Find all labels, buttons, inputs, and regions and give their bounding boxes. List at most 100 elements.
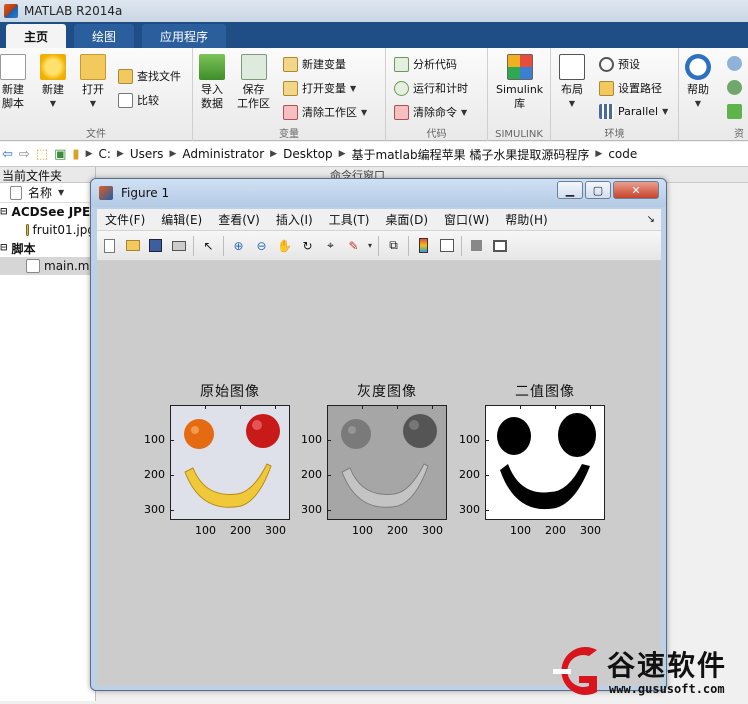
zoom-out-icon[interactable]: ⊖ (253, 237, 270, 254)
save-ws-label-a: 保存 (242, 83, 265, 96)
data-cursor-icon[interactable]: ⌖ (322, 237, 339, 254)
y-tick-label: 200 (301, 468, 322, 481)
menu-window[interactable]: 窗口(W) (436, 211, 497, 228)
preferences-button[interactable]: 预设 (599, 56, 640, 72)
colorbar-icon[interactable] (415, 237, 432, 254)
save-icon[interactable] (147, 237, 164, 254)
open-file-icon[interactable] (124, 237, 141, 254)
set-path-button[interactable]: 设置路径 (599, 80, 662, 96)
addons-button[interactable] (727, 104, 742, 119)
open-label: 打开 (82, 83, 104, 96)
legend-icon[interactable] (438, 237, 455, 254)
axes-gray-image[interactable] (327, 405, 447, 520)
figure-menu-bar: 文件(F) 编辑(E) 查看(V) 插入(I) 工具(T) 桌面(D) 窗口(W… (97, 209, 661, 231)
collapse-icon[interactable]: ⊟ (0, 243, 8, 253)
tab-plots[interactable]: 绘图 (74, 24, 135, 48)
open-variable-button[interactable]: 打开变量 ▼ (283, 80, 356, 96)
forward-arrow-icon[interactable]: ⇨ (19, 147, 30, 162)
menu-help[interactable]: 帮助(H) (497, 211, 555, 228)
show-plot-tools-icon[interactable] (491, 237, 508, 254)
crumb-project-folder[interactable]: 基于matlab编程苹果 橘子水果提取源码程序 (352, 146, 590, 163)
file-icon (10, 185, 22, 200)
clear-workspace-button[interactable]: 清除工作区 ▼ (283, 104, 367, 120)
import-arrow-icon (199, 54, 225, 80)
chevron-down-icon[interactable]: ▾ (368, 241, 372, 250)
compare-button[interactable]: 比较 (118, 92, 159, 108)
zoom-in-icon[interactable]: ⊕ (230, 237, 247, 254)
run-and-time-button[interactable]: 运行和计时 (394, 80, 468, 96)
import-data-button[interactable]: 导入 数据 (199, 54, 225, 111)
new-script-label-a: 新建 (2, 83, 24, 96)
y-tick-mark (486, 475, 489, 476)
x-tick-mark (397, 406, 398, 409)
figure-toolbar: ↖ ⊕ ⊖ ✋ ↻ ⌖ ✎ ▾ ⧉ (97, 231, 661, 261)
tab-home[interactable]: 主页 (6, 24, 67, 48)
maximize-button[interactable]: ▢ (585, 181, 611, 199)
figure-window: Figure 1 ▁ ▢ ✕ 文件(F) 编辑(E) 查看(V) 插入(I) 工… (90, 178, 667, 691)
up-folder-icon[interactable]: ⬚ (36, 147, 48, 162)
new-button[interactable]: 新建 ▼ (40, 54, 66, 111)
name-column-header[interactable]: 名称 ▼ (0, 183, 95, 203)
clear-commands-button[interactable]: 清除命令 ▼ (394, 104, 467, 120)
menu-tools[interactable]: 工具(T) (321, 211, 378, 228)
y-tick-label: 300 (459, 503, 480, 516)
x-tick-label: 300 (422, 524, 443, 537)
crumb-drive[interactable]: C: (98, 147, 110, 161)
layout-icon (559, 54, 585, 80)
request-support-button[interactable] (727, 80, 742, 95)
parallel-button[interactable]: Parallel ▼ (599, 104, 668, 119)
browse-folder-icon[interactable]: ▣ (54, 147, 66, 162)
new-script-button[interactable]: 新建 脚本 (0, 54, 26, 111)
y-tick-mark (328, 475, 331, 476)
menu-view[interactable]: 查看(V) (210, 211, 268, 228)
crumb-code[interactable]: code (608, 147, 637, 161)
crumb-desktop[interactable]: Desktop (283, 147, 333, 161)
crumb-administrator[interactable]: Administrator (182, 147, 264, 161)
hide-plot-tools-icon[interactable] (468, 237, 485, 254)
list-item[interactable]: ⊟ ACDSee JPEG (0, 203, 95, 221)
dock-arrow-icon[interactable]: ↘ (647, 214, 661, 225)
list-item[interactable]: fruit01.jpg (0, 221, 95, 239)
collapse-icon[interactable]: ⊟ (0, 207, 8, 217)
find-files-button[interactable]: 查找文件 (118, 68, 181, 84)
back-arrow-icon[interactable]: ⇦ (2, 147, 13, 162)
save-workspace-button[interactable]: 保存 工作区 (237, 54, 270, 111)
new-figure-icon[interactable] (101, 237, 118, 254)
brush-icon[interactable]: ✎ (345, 237, 362, 254)
chevron-down-icon: ▼ (568, 99, 576, 108)
help-button[interactable]: 帮助 ▼ (685, 54, 711, 111)
list-item[interactable]: main.m (0, 257, 95, 275)
minimize-icon: ▁ (565, 183, 575, 197)
pan-hand-icon[interactable]: ✋ (276, 237, 293, 254)
y-tick-mark (171, 510, 174, 511)
group-label-resources: 资 (734, 129, 744, 140)
crumb-users[interactable]: Users (130, 147, 164, 161)
print-icon[interactable] (170, 237, 187, 254)
menu-edit[interactable]: 编辑(E) (153, 211, 210, 228)
menu-desktop[interactable]: 桌面(D) (377, 211, 436, 228)
rotate-3d-icon[interactable]: ↻ (299, 237, 316, 254)
menu-file[interactable]: 文件(F) (97, 211, 153, 228)
plus-icon (727, 104, 742, 119)
layout-button[interactable]: 布局 ▼ (559, 54, 585, 111)
toolbar-separator (461, 235, 463, 256)
help-icon (685, 54, 711, 80)
simulink-library-button[interactable]: Simulink 库 (496, 54, 543, 111)
axes-binary-image[interactable] (485, 405, 605, 520)
axes-original-image[interactable] (170, 405, 290, 520)
list-item[interactable]: ⊟ 脚本 (0, 239, 95, 257)
chevron-right-icon: ▶ (595, 149, 603, 159)
menu-insert[interactable]: 插入(I) (268, 211, 321, 228)
new-script-icon (0, 54, 26, 80)
close-button[interactable]: ✕ (613, 181, 659, 199)
link-plot-icon[interactable]: ⧉ (385, 237, 402, 254)
pointer-icon[interactable]: ↖ (200, 237, 217, 254)
analyze-code-button[interactable]: 分析代码 (394, 56, 457, 72)
community-button[interactable] (727, 56, 742, 71)
new-variable-button[interactable]: 新建变量 (283, 56, 346, 72)
open-button[interactable]: 打开 ▼ (80, 54, 106, 111)
minimize-button[interactable]: ▁ (557, 181, 583, 199)
simulink-label-a: Simulink (496, 83, 544, 96)
tab-apps[interactable]: 应用程序 (142, 24, 227, 48)
figure-canvas[interactable]: 原始图像 灰度图像 二值图像 100 200 300 100 200 300 1… (97, 261, 661, 686)
